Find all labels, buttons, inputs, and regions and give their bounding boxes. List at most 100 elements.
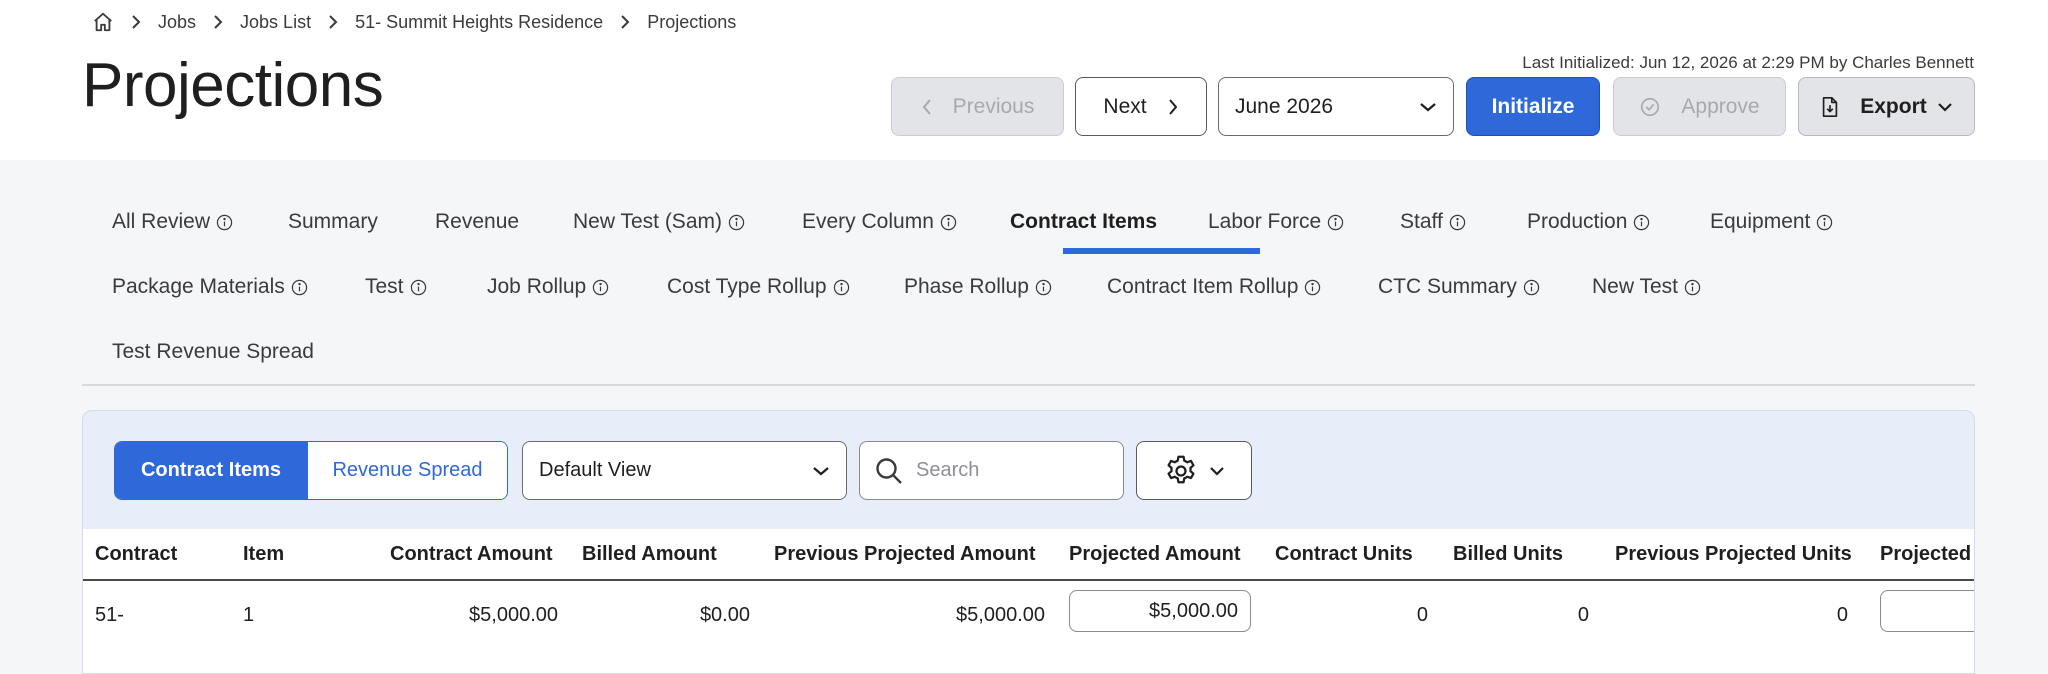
breadcrumb: Jobs Jobs List 51- Summit Heights Reside… [92,8,736,36]
tab-label: Every Column [802,210,934,233]
tab-new-test[interactable]: New Test [1592,275,1701,299]
tab-bar: All Review Summary Revenue New Test (Sam) Ev… [82,160,1975,386]
tab-label: Revenue [435,210,520,233]
search-icon [874,456,904,486]
home-icon[interactable] [92,11,114,33]
tab-label: Cost Type Rollup [667,275,827,298]
check-circle-icon [1639,96,1661,118]
next-button[interactable]: Next [1075,77,1207,136]
contract-items-toggle[interactable]: Contract Items [115,442,307,499]
chevron-down-icon [1937,101,1953,113]
tab-contract-items[interactable]: Contract Items [1010,210,1157,234]
column-header-contract[interactable]: Contract [95,543,177,566]
column-header-previous-projected-units[interactable]: Previous Projected Units [1615,543,1852,566]
tab-production[interactable]: Production [1527,210,1650,234]
tab-new-test-sam[interactable]: New Test (Sam) [573,210,745,234]
next-label: Next [1103,94,1147,118]
view-mode-toggle: Contract Items Revenue Spread [114,441,508,500]
file-download-icon [1820,96,1840,118]
tab-label: Phase Rollup [904,275,1029,298]
info-icon [1523,279,1540,296]
info-icon [1684,279,1701,296]
info-icon [728,214,745,231]
tab-contract-item-rollup[interactable]: Contract Item Rollup [1107,275,1321,299]
column-header-projected-amount[interactable]: Projected Amount [1069,543,1241,566]
search-input[interactable] [916,459,1106,482]
chevron-right-icon [114,14,158,30]
grid-panel: Contract Items Revenue Spread Default Vi… [82,410,1975,674]
breadcrumb-jobs[interactable]: Jobs [158,12,196,33]
tab-job-rollup[interactable]: Job Rollup [487,275,609,299]
table-header: Contract Item Contract Amount Billed Amo… [83,529,1974,581]
chevron-right-icon [1167,98,1179,116]
table-row: 51- 1 $5,000.00 $0.00 $5,000.00 0 0 0 [83,581,1974,651]
chevron-down-icon [812,465,830,477]
active-tab-indicator [1063,248,1260,254]
tab-labor-force[interactable]: Labor Force [1208,210,1344,234]
tab-test[interactable]: Test [365,275,427,299]
cell-contract: 51- [95,604,124,626]
month-select[interactable]: June 2026 [1218,77,1454,136]
column-header-item[interactable]: Item [243,543,284,566]
projected-amount-input[interactable] [1069,590,1251,632]
info-icon [1449,214,1466,231]
info-icon [291,279,308,296]
column-header-contract-units[interactable]: Contract Units [1275,543,1413,566]
last-initialized-text: Last Initialized: Jun 12, 2026 at 2:29 P… [1522,53,1974,72]
chevron-right-icon [196,14,240,30]
tab-label: Equipment [1710,210,1811,233]
breadcrumb-jobs-list[interactable]: Jobs List [240,12,311,33]
previous-label: Previous [952,94,1035,118]
column-header-projected-units[interactable]: Projected [1880,543,1971,566]
column-header-previous-projected-amount[interactable]: Previous Projected Amount [774,543,1036,566]
tab-label: Package Materials [112,275,285,298]
tab-label: Test [365,275,404,298]
tab-label: Test Revenue Spread [112,340,314,363]
column-header-billed-units[interactable]: Billed Units [1453,543,1563,566]
info-icon [1327,214,1344,231]
tab-test-revenue-spread[interactable]: Test Revenue Spread [112,340,314,364]
tab-revenue[interactable]: Revenue [435,210,519,234]
info-icon [1035,279,1052,296]
view-select[interactable]: Default View [522,441,847,500]
info-icon [1304,279,1321,296]
column-header-contract-amount[interactable]: Contract Amount [390,543,553,566]
chevron-left-icon [921,98,933,116]
cell-contract-amount: $5,000.00 [469,604,558,626]
tab-summary[interactable]: Summary [288,210,378,234]
contract-items-table: Contract Item Contract Amount Billed Amo… [83,529,1974,673]
month-value: June 2026 [1235,94,1334,118]
tab-label: Contract Items [1010,210,1158,233]
cell-previous-projected-amount: $5,000.00 [956,604,1045,626]
projected-units-input[interactable] [1880,590,1974,632]
chevron-down-icon [1419,101,1437,113]
tab-label: Labor Force [1208,210,1322,233]
info-icon [410,279,427,296]
tab-all-review[interactable]: All Review [112,210,233,234]
breadcrumb-job[interactable]: 51- Summit Heights Residence [355,12,603,33]
tab-equipment[interactable]: Equipment [1710,210,1833,234]
tab-cost-type-rollup[interactable]: Cost Type Rollup [667,275,850,299]
cell-item: 1 [243,604,255,626]
grid-settings-button[interactable] [1136,441,1252,500]
approve-button[interactable]: Approve [1613,77,1786,136]
column-header-billed-amount[interactable]: Billed Amount [582,543,717,566]
tab-staff[interactable]: Staff [1400,210,1466,234]
export-label: Export [1860,94,1927,118]
initialize-button[interactable]: Initialize [1466,77,1600,136]
revenue-spread-toggle[interactable]: Revenue Spread [307,442,507,499]
info-icon [216,214,233,231]
tab-label: CTC Summary [1378,275,1517,298]
cell-billed-units: 0 [1577,604,1589,626]
info-icon [1633,214,1650,231]
tab-package-materials[interactable]: Package Materials [112,275,308,299]
info-icon [833,279,850,296]
chevron-down-icon [1209,465,1225,477]
previous-button[interactable]: Previous [891,77,1064,136]
tab-ctc-summary[interactable]: CTC Summary [1378,275,1540,299]
tab-label: Production [1527,210,1628,233]
tab-every-column[interactable]: Every Column [802,210,957,234]
tab-phase-rollup[interactable]: Phase Rollup [904,275,1052,299]
export-button[interactable]: Export [1798,77,1975,136]
info-icon [592,279,609,296]
